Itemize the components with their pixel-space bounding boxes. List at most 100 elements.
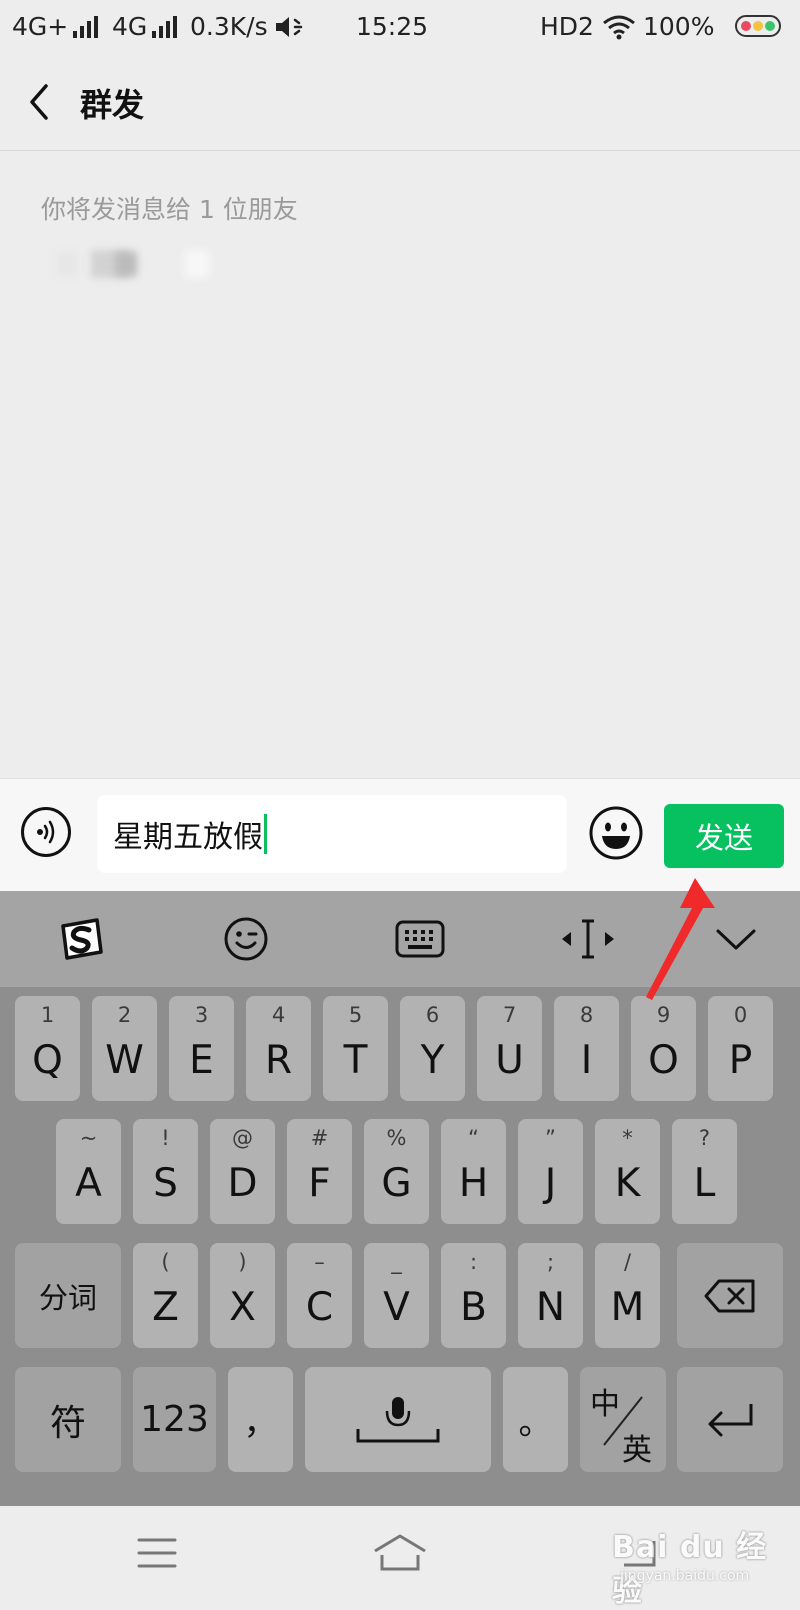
battery-percent: 100% [643,12,715,41]
key-y[interactable]: 6Y [400,996,465,1101]
key-g-num: % [386,1126,407,1150]
enter-icon [677,1367,783,1472]
keyboard-keys: 1Q 2W 3E 4R 5T 6Y 7U 8I 9O 0P ~ A ! S @ D #… [0,987,800,1506]
watermark-url: jingyan.baidu.com [620,1568,750,1584]
symbol-key[interactable]: 符 [15,1367,121,1472]
key-l-num: ? [698,1126,711,1150]
key-s-num: ! [161,1126,170,1150]
key-o-label: O [648,1038,679,1083]
key-b-num: : [469,1250,478,1274]
key-f[interactable]: # F [287,1119,352,1224]
key-c[interactable]: – C [287,1243,352,1348]
key-n[interactable]: ; N [518,1243,583,1348]
key-x[interactable]: ) X [210,1243,275,1348]
key-i-label: I [580,1038,593,1083]
cursor-move-button[interactable] [558,913,618,965]
segment-key[interactable]: 分词 [15,1243,121,1348]
wifi-icon [602,14,636,40]
key-v-label: V [383,1285,410,1330]
language-switch-key[interactable]: 中 英 [580,1367,666,1472]
key-m-label: M [610,1285,645,1330]
back-button[interactable] [20,78,64,126]
emoji-button[interactable] [588,805,644,861]
key-h-num: “ [468,1126,479,1150]
send-button[interactable]: 发送 [664,804,784,868]
network-speed: 0.3K/s [190,12,268,41]
emoji-icon [589,806,643,860]
key-m[interactable]: / M [595,1243,660,1348]
key-w[interactable]: 2W [92,996,157,1101]
segment-key-label: 分词 [38,1280,97,1315]
key-k[interactable]: * K [595,1119,660,1224]
symbol-key-label: 符 [49,1402,86,1444]
home-icon [374,1534,426,1571]
home-button[interactable] [370,1528,430,1578]
key-p[interactable]: 0P [708,996,773,1101]
key-f-label: F [308,1161,331,1206]
network-2-label: 4G [112,12,148,41]
key-i[interactable]: 8I [554,996,619,1101]
key-t[interactable]: 5T [323,996,388,1101]
key-g[interactable]: % G [364,1119,429,1224]
key-j[interactable]: ” J [518,1119,583,1224]
key-f-num: # [310,1126,329,1150]
key-l[interactable]: ? L [672,1119,737,1224]
key-c-num: – [314,1250,325,1274]
language-key-bottom: 英 [622,1433,652,1468]
sogou-logo-button[interactable] [52,913,112,965]
key-z[interactable]: (Z [133,1243,198,1348]
wink-emoji-icon [224,917,268,961]
voice-icon [37,820,55,844]
annotation-arrow-icon [646,878,715,1000]
key-v[interactable]: _ V [364,1243,429,1348]
keyboard-icon [395,920,445,958]
watermark-brand: Bai du 经验 [612,1530,768,1609]
message-input-value: 星期五放假 [113,820,263,855]
key-o[interactable]: 9O [631,996,696,1101]
key-b[interactable]: :B [441,1243,506,1348]
comma-key[interactable]: ， [228,1367,293,1472]
network-1: 4G+ [12,12,99,41]
sogou-logo-icon [61,918,103,960]
wink-emoji-button[interactable] [216,913,276,965]
key-a-num: ~ [79,1126,98,1150]
key-e-num: 3 [194,1003,209,1027]
key-i-num: 8 [579,1003,594,1027]
keyboard-switch-button[interactable] [390,913,450,965]
numeric-key[interactable]: 123 [133,1367,216,1472]
backspace-key[interactable] [677,1243,783,1348]
battery-icon [735,15,781,37]
key-j-label: J [544,1161,557,1206]
title-bar: 群发 [0,54,800,151]
key-e-label: E [189,1038,214,1083]
key-d[interactable]: @ D [210,1119,275,1224]
key-d-label: D [227,1161,258,1206]
menu-button[interactable] [127,1528,187,1578]
space-mic-icon [305,1367,491,1472]
key-u[interactable]: 7U [477,996,542,1101]
key-r-num: 4 [271,1003,286,1027]
enter-key[interactable] [677,1367,783,1472]
key-h-label: H [458,1161,489,1206]
key-q[interactable]: 1Q [15,996,80,1101]
numeric-key-label: 123 [140,1399,209,1440]
key-s[interactable]: ! S [133,1119,198,1224]
comma-key-label: ， [243,1403,278,1443]
key-h[interactable]: “H [441,1119,506,1224]
key-t-label: T [343,1038,368,1083]
space-key[interactable] [305,1367,491,1472]
hd-indicator: HD2 [540,12,594,41]
message-input[interactable]: 星期五放假 [97,795,567,873]
key-w-num: 2 [117,1003,132,1027]
signal-icon [152,15,178,38]
key-a[interactable]: ~ A [56,1119,121,1224]
key-r[interactable]: 4R [246,996,311,1101]
key-q-label: Q [32,1038,63,1083]
voice-button[interactable] [21,807,71,857]
key-a-label: A [75,1161,102,1206]
key-e[interactable]: 3E [169,996,234,1101]
key-y-num: 6 [425,1003,440,1027]
key-p-label: P [728,1038,753,1083]
period-key[interactable]: 。 [503,1367,568,1472]
status-bar: 4G+ 4G 0.3K/s 15:25 HD2 100% [0,0,800,54]
